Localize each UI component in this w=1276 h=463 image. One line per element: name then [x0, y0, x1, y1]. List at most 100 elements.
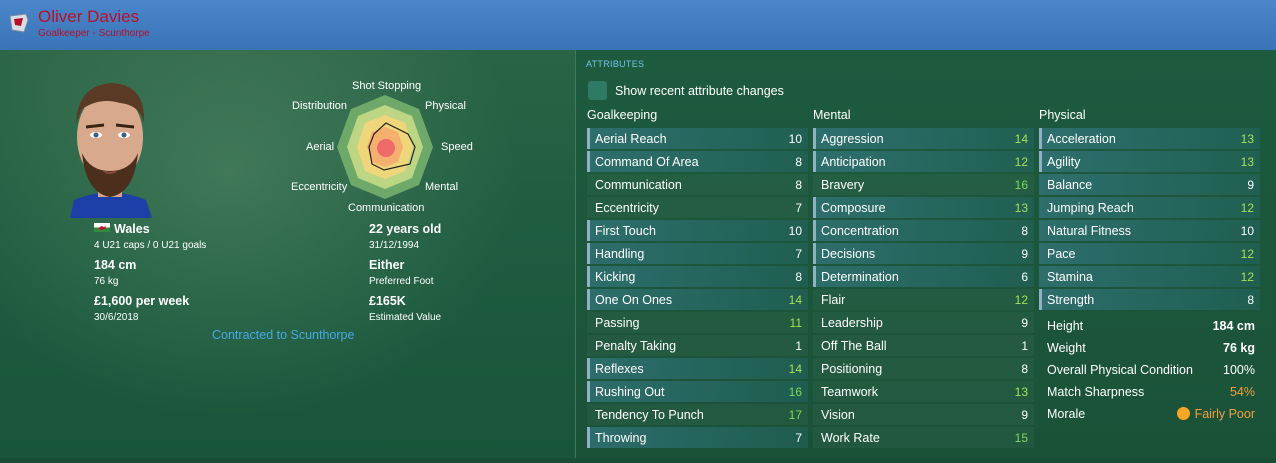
attribute-row[interactable]: Aggression 14: [813, 128, 1034, 149]
attribute-row[interactable]: Reflexes 14: [587, 358, 808, 379]
attribute-row[interactable]: Acceleration 13: [1039, 128, 1260, 149]
attribute-value: 9: [1247, 178, 1254, 192]
attribute-name: Strength: [1047, 293, 1095, 307]
attribute-row[interactable]: Passing 11: [587, 312, 808, 333]
contract-end: 30/6/2018: [94, 312, 139, 323]
key-attribute-marker: [587, 151, 590, 172]
attribute-row[interactable]: Aerial Reach 10: [587, 128, 808, 149]
attribute-value: 12: [1240, 201, 1254, 215]
player-age: 22 years old: [369, 222, 442, 236]
attribute-value: 1: [795, 339, 802, 353]
contract-status-link[interactable]: Contracted to Scunthorpe: [212, 328, 354, 342]
attribute-value: 13: [1014, 385, 1028, 399]
attribute-row[interactable]: Stamina 12: [1039, 266, 1260, 287]
attribute-row[interactable]: Teamwork 13: [813, 381, 1034, 402]
international-caps: 4 U21 caps / 0 U21 goals: [94, 240, 207, 251]
attribute-row[interactable]: Handling 7: [587, 243, 808, 264]
attribute-row[interactable]: Bravery 16: [813, 174, 1034, 195]
attribute-row[interactable]: Positioning 8: [813, 358, 1034, 379]
attribute-name: Command Of Area: [595, 155, 699, 169]
attribute-row[interactable]: Vision 9: [813, 404, 1034, 425]
attribute-value: 8: [1247, 293, 1254, 307]
key-attribute-marker: [587, 128, 590, 149]
attribute-row[interactable]: Concentration 8: [813, 220, 1034, 241]
attribute-row[interactable]: One On Ones 14: [587, 289, 808, 310]
attribute-row[interactable]: Anticipation 12: [813, 151, 1034, 172]
attribute-name: Natural Fitness: [1047, 224, 1132, 238]
attribute-row[interactable]: Rushing Out 16: [587, 381, 808, 402]
physical-detail-text: Fairly Poor: [1194, 407, 1255, 421]
attribute-row[interactable]: First Touch 10: [587, 220, 808, 241]
attribute-name: Teamwork: [821, 385, 878, 399]
attribute-row[interactable]: Kicking 8: [587, 266, 808, 287]
attribute-row[interactable]: Communication 8: [587, 174, 808, 195]
physical-detail-text: 54%: [1229, 385, 1255, 399]
player-weight: 76 kg: [94, 276, 119, 287]
key-attribute-marker: [587, 220, 590, 241]
nationality-label: Wales: [114, 222, 150, 236]
attribute-row[interactable]: Agility 13: [1039, 151, 1260, 172]
attribute-row[interactable]: Off The Ball 1: [813, 335, 1034, 356]
estimated-value: £165K: [369, 294, 406, 308]
preferred-foot: Either: [369, 258, 405, 272]
attribute-value: 9: [1021, 316, 1028, 330]
attribute-name: Eccentricity: [595, 201, 659, 215]
attribute-row[interactable]: Composure 13: [813, 197, 1034, 218]
attribute-row[interactable]: Penalty Taking 1: [587, 335, 808, 356]
attribute-row[interactable]: Eccentricity 7: [587, 197, 808, 218]
key-attribute-marker: [813, 128, 816, 149]
attribute-value: 10: [788, 132, 802, 146]
player-name: Oliver Davies: [38, 7, 140, 26]
radar-core: [377, 139, 395, 157]
key-attribute-marker: [1039, 151, 1042, 172]
attribute-value: 13: [1240, 155, 1254, 169]
attribute-row[interactable]: Leadership 9: [813, 312, 1034, 333]
attribute-value: 9: [1021, 247, 1028, 261]
attribute-value: 8: [795, 270, 802, 284]
player-photo: [70, 83, 152, 218]
attribute-row[interactable]: Natural Fitness 10: [1039, 220, 1260, 241]
show-changes-checkbox[interactable]: [588, 81, 607, 100]
nationality[interactable]: Wales: [94, 222, 150, 236]
attribute-row[interactable]: Pace 12: [1039, 243, 1260, 264]
estimated-value-label: Estimated Value: [369, 312, 442, 323]
attribute-value: 7: [795, 431, 802, 445]
key-attribute-marker: [587, 289, 590, 310]
attribute-value: 6: [1021, 270, 1028, 284]
attribute-name: Vision: [821, 408, 855, 422]
physical-detail-label: Height: [1047, 319, 1084, 333]
player-position-club[interactable]: Goalkeeper - Scunthorpe: [38, 28, 150, 39]
attribute-row[interactable]: Decisions 9: [813, 243, 1034, 264]
attribute-row[interactable]: Flair 12: [813, 289, 1034, 310]
attribute-row[interactable]: Jumping Reach 12: [1039, 197, 1260, 218]
attribute-value: 1: [1021, 339, 1028, 353]
attribute-row[interactable]: Command Of Area 8: [587, 151, 808, 172]
attribute-name: Off The Ball: [821, 339, 887, 353]
goalkeeping-heading: Goalkeeping: [587, 108, 658, 122]
attribute-value: 12: [1240, 247, 1254, 261]
attribute-row[interactable]: Strength 8: [1039, 289, 1260, 310]
radar-label-speed: Speed: [441, 141, 473, 153]
show-changes-label[interactable]: Show recent attribute changes: [615, 84, 784, 98]
attribute-value: 7: [795, 201, 802, 215]
key-attribute-marker: [587, 266, 590, 287]
attribute-value: 10: [1240, 224, 1254, 238]
physical-detail-text: 184 cm: [1212, 319, 1255, 333]
physical-detail-value[interactable]: Fairly Poor: [1176, 407, 1255, 421]
attributes-title: ATTRIBUTES: [586, 59, 645, 69]
attribute-name: Anticipation: [821, 155, 886, 169]
attribute-row[interactable]: Throwing 7: [587, 427, 808, 448]
attribute-row[interactable]: Balance 9: [1039, 174, 1260, 195]
attribute-row[interactable]: Determination 6: [813, 266, 1034, 287]
physical-heading: Physical: [1039, 108, 1086, 122]
attribute-name: Tendency To Punch: [595, 408, 704, 422]
attribute-name: Bravery: [821, 178, 865, 192]
preferred-foot-label: Preferred Foot: [369, 276, 434, 287]
attribute-value: 11: [789, 316, 802, 330]
attribute-row[interactable]: Tendency To Punch 17: [587, 404, 808, 425]
radar-label-eccentricity: Eccentricity: [291, 181, 348, 193]
attribute-name: Kicking: [595, 270, 636, 284]
attribute-row[interactable]: Work Rate 15: [813, 427, 1034, 448]
player-height: 184 cm: [94, 258, 137, 272]
attribute-name: Concentration: [821, 224, 899, 238]
